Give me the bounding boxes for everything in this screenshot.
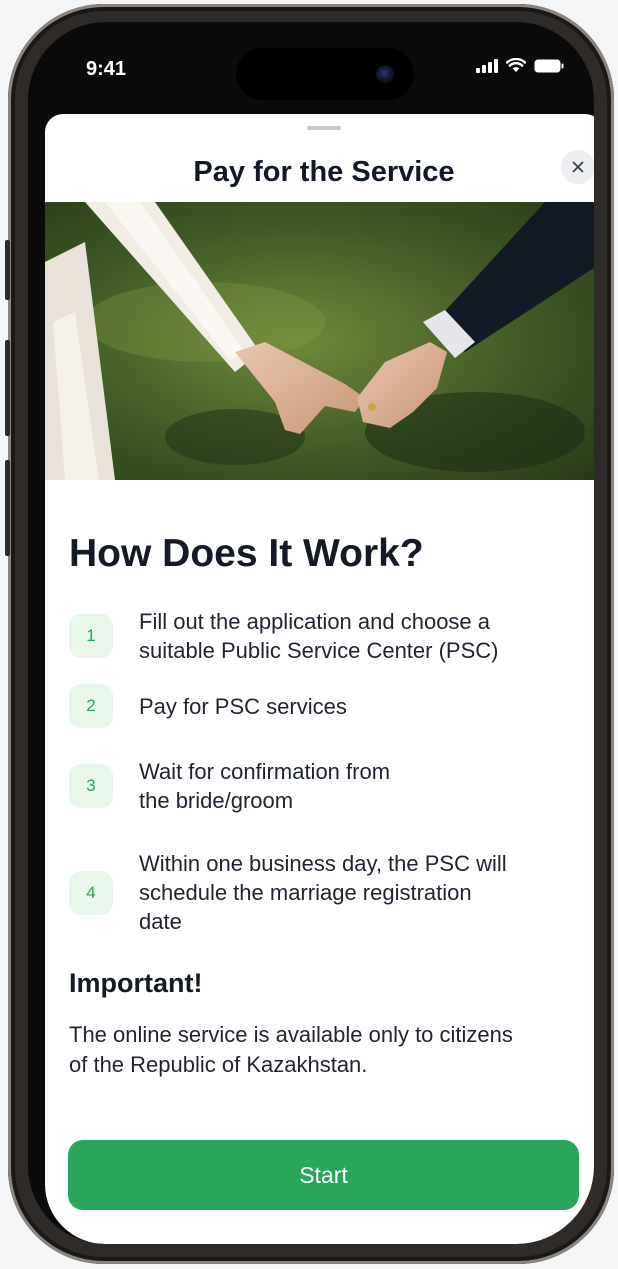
how-it-works-heading: How Does It Work? — [69, 532, 424, 575]
camera-icon — [376, 65, 394, 83]
step-line: the bride/groom — [139, 788, 294, 813]
step-item: 1 Fill out the application and choose a … — [69, 607, 589, 665]
close-button[interactable] — [561, 150, 594, 184]
step-text: Pay for PSC services — [139, 692, 347, 721]
step-line: schedule the marriage registration — [139, 880, 472, 905]
start-button[interactable]: Start — [68, 1140, 579, 1210]
bottom-sheet: Pay for the Service How Does It Work? 1 … — [45, 114, 594, 1244]
step-item: 2 Pay for PSC services — [69, 684, 589, 728]
sheet-title: Pay for the Service — [193, 156, 455, 188]
important-title: Important! — [69, 968, 203, 998]
phone-screen: 9:41 Pay for the Service How Does It Wor… — [28, 22, 594, 1244]
step-number-badge: 2 — [69, 684, 113, 728]
important-line: of the Republic of Kazakhstan. — [69, 1052, 368, 1077]
action-button — [5, 240, 10, 300]
status-icons — [476, 58, 564, 73]
dynamic-island — [236, 48, 414, 100]
step-line: date — [139, 909, 182, 934]
step-number-badge: 1 — [69, 614, 113, 658]
wifi-icon — [506, 58, 526, 72]
step-text: Wait for confirmation from the bride/gro… — [139, 757, 390, 815]
signal-icon — [476, 58, 498, 73]
step-line: suitable Public Service Center (PSC) — [139, 638, 499, 663]
volume-up-button — [5, 340, 10, 436]
phone-frame: 9:41 Pay for the Service How Does It Wor… — [5, 4, 614, 1264]
important-line: The online service is available only to … — [69, 1022, 513, 1047]
step-line: Fill out the application and choose a — [139, 609, 491, 634]
battery-icon — [534, 59, 564, 72]
close-icon — [572, 161, 584, 173]
step-text: Fill out the application and choose a su… — [139, 607, 498, 665]
step-text: Within one business day, the PSC will sc… — [139, 849, 507, 936]
step-line: Wait for confirmation from — [139, 759, 391, 784]
sheet-grabber[interactable] — [307, 126, 341, 130]
step-number-badge: 3 — [69, 764, 113, 808]
step-number-badge: 4 — [69, 870, 113, 915]
step-line: Pay for PSC services — [139, 693, 347, 719]
status-time: 9:41 — [86, 58, 127, 80]
important-text: The online service is available only to … — [69, 1020, 589, 1080]
step-item: 4 Within one business day, the PSC will … — [69, 849, 589, 936]
volume-down-button — [5, 460, 10, 556]
step-line: Within one business day, the PSC will — [139, 851, 507, 876]
hero-image — [45, 202, 594, 480]
step-item: 3 Wait for confirmation from the bride/g… — [69, 757, 589, 815]
